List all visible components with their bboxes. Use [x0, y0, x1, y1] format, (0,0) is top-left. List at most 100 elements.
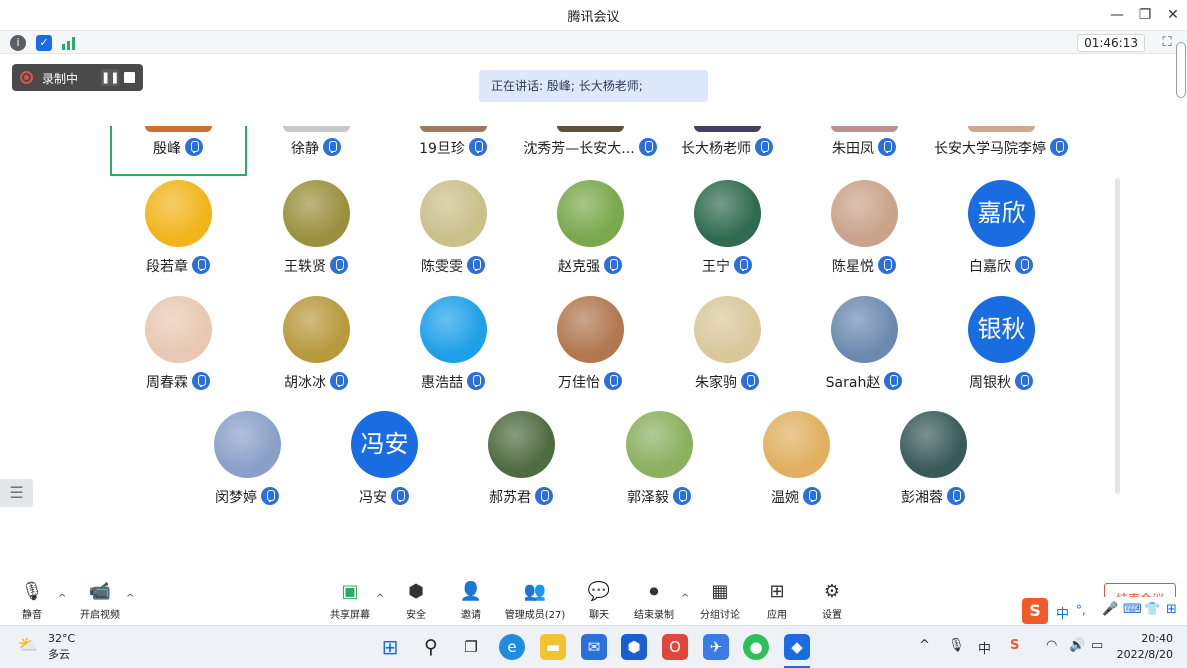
fullscreen-icon[interactable]: ⛶: [1159, 35, 1175, 51]
participant-tile[interactable]: 郝苏君: [453, 411, 589, 521]
participant-tile[interactable]: 万佳怡: [522, 296, 658, 406]
mic-icon: [1050, 138, 1068, 156]
participant-tile[interactable]: 胡冰冰: [248, 296, 384, 406]
participant-name-text: Sarah赵: [825, 375, 881, 391]
video-options-chevron-icon[interactable]: ^: [126, 593, 134, 604]
apps-button[interactable]: ⊞ 应用: [764, 581, 790, 621]
security-button[interactable]: ⬢ 安全: [402, 581, 430, 621]
participant-tile[interactable]: 银秋 周银秋: [933, 296, 1069, 406]
settings-button[interactable]: ⚙ 设置: [819, 581, 845, 621]
taskbar-clock[interactable]: 20:40 2022/8/20: [1117, 631, 1173, 663]
minimize-button[interactable]: —: [1106, 4, 1128, 26]
security-icon: ⬢: [408, 581, 424, 602]
share-screen-button[interactable]: ▣ 共享屏幕: [327, 581, 373, 621]
participant-tile[interactable]: 陈雯雯: [385, 180, 521, 290]
wechat-icon[interactable]: ●: [743, 634, 769, 660]
participant-name-text: 19旦珍: [419, 141, 465, 157]
side-panel-toggle[interactable]: ☰: [0, 479, 33, 507]
mic-icon: [185, 138, 203, 156]
start-video-button[interactable]: 📹 开启视频: [76, 581, 124, 621]
battery-icon[interactable]: ▭: [1091, 638, 1103, 653]
participant-tile[interactable]: 段若章: [110, 180, 246, 290]
security-app-icon[interactable]: ⬢: [621, 634, 647, 660]
mute-button[interactable]: 🎙 静音: [14, 581, 50, 621]
participant-tile[interactable]: 惠浩喆: [385, 296, 521, 406]
ime-skin-icon[interactable]: 👕: [1144, 602, 1160, 617]
ime-keyboard-icon[interactable]: ⌨: [1123, 602, 1142, 617]
sogou-logo-icon[interactable]: S: [1022, 598, 1048, 624]
ime-tools-icon[interactable]: ⊞: [1166, 602, 1177, 617]
task-view-icon[interactable]: ❐: [458, 634, 484, 660]
participant-tile[interactable]: 朱家驹: [659, 296, 795, 406]
window-title: 腾讯会议: [567, 10, 620, 25]
avatar: [488, 411, 555, 478]
feishu-icon[interactable]: ✈: [703, 634, 729, 660]
window-scrollbar[interactable]: [1176, 42, 1186, 98]
meeting-timer: 01:46:13: [1077, 34, 1145, 52]
mic-icon: [467, 372, 485, 390]
tray-ime-indicator[interactable]: 中: [978, 638, 991, 657]
mail-icon[interactable]: ✉: [581, 634, 607, 660]
avatar: [831, 296, 898, 363]
ime-voice-icon[interactable]: 🎤: [1102, 602, 1118, 617]
avatar: [626, 411, 693, 478]
mic-icon: [884, 372, 903, 390]
office-icon[interactable]: O: [662, 634, 688, 660]
participant-tile[interactable]: 闵梦婷: [179, 411, 315, 521]
avatar: [557, 296, 624, 363]
ime-punctuation[interactable]: °,: [1076, 603, 1086, 617]
participant-name-text: 闵梦婷: [215, 490, 257, 506]
start-menu-icon[interactable]: ⊞: [377, 634, 403, 660]
search-icon[interactable]: ⚲: [418, 634, 444, 660]
breakout-rooms-button[interactable]: ▦ 分组讨论: [699, 581, 741, 621]
pause-recording-button[interactable]: ❚❚: [101, 69, 119, 86]
manage-members-button[interactable]: 👥 管理成员(27): [504, 581, 566, 621]
file-explorer-icon[interactable]: ▬: [540, 634, 566, 660]
chat-button[interactable]: 💬 聊天: [585, 581, 613, 621]
avatar: [831, 180, 898, 247]
participant-tile[interactable]: 郭泽毅: [591, 411, 727, 521]
ime-language[interactable]: 中: [1056, 603, 1069, 622]
gear-icon: ⚙: [823, 581, 841, 602]
recording-label: 录制中: [42, 72, 79, 86]
tray-chevron-icon[interactable]: ^: [919, 638, 930, 653]
record-options-chevron-icon[interactable]: ^: [681, 593, 689, 604]
shield-icon[interactable]: ✓: [36, 35, 52, 51]
participant-tile[interactable]: 温婉: [728, 411, 864, 521]
info-icon[interactable]: i: [10, 35, 26, 51]
share-options-chevron-icon[interactable]: ^: [376, 593, 384, 604]
participant-tile[interactable]: 周春霖: [110, 296, 246, 406]
stop-recording-button[interactable]: [124, 72, 135, 83]
invite-button[interactable]: 👤 邀请: [456, 581, 486, 621]
edge-browser-icon[interactable]: e: [499, 634, 525, 660]
audio-options-chevron-icon[interactable]: ^: [58, 593, 66, 604]
participant-tile[interactable]: 嘉欣 白嘉欣: [933, 180, 1069, 290]
close-button[interactable]: ✕: [1162, 4, 1184, 26]
restore-button[interactable]: ❐: [1134, 4, 1156, 26]
tray-sogou-icon[interactable]: S: [1010, 638, 1019, 653]
participant-name: 温婉: [728, 487, 864, 507]
participant-tile[interactable]: 冯安 冯安: [316, 411, 452, 521]
participant-tile[interactable]: 王宁: [659, 180, 795, 290]
end-recording-button[interactable]: ⏺ 结束录制: [633, 581, 675, 621]
participant-tile[interactable]: 赵克强: [522, 180, 658, 290]
participant-name-text: 沈秀芳—长安大...: [523, 141, 635, 157]
avatar: [968, 126, 1035, 132]
volume-icon[interactable]: 🔊: [1069, 638, 1085, 653]
participant-tile[interactable]: 王轶贤: [248, 180, 384, 290]
mic-icon: [192, 256, 210, 274]
participant-name-text: 赵克强: [558, 259, 600, 275]
grid-scrollbar[interactable]: [1115, 178, 1120, 494]
signal-icon[interactable]: [62, 36, 78, 50]
tencent-meeting-icon[interactable]: ◆: [784, 634, 810, 660]
participant-name-text: 温婉: [771, 490, 799, 506]
participant-tile[interactable]: Sarah赵: [796, 296, 932, 406]
avatar: [283, 180, 350, 247]
wifi-icon[interactable]: ◠: [1046, 638, 1057, 653]
settings-label: 设置: [822, 610, 842, 621]
tray-microphone-icon[interactable]: 🎙: [948, 638, 965, 653]
windows-taskbar: ⛅ 32°C 多云 ⊞ ⚲ ❐ e ▬ ✉ ⬢ O ✈ ● ◆ ^ 🎙 中 S …: [0, 625, 1187, 668]
mic-icon: [741, 372, 759, 390]
participant-tile[interactable]: 彭湘蓉: [865, 411, 1001, 521]
participant-tile[interactable]: 陈星悦: [796, 180, 932, 290]
